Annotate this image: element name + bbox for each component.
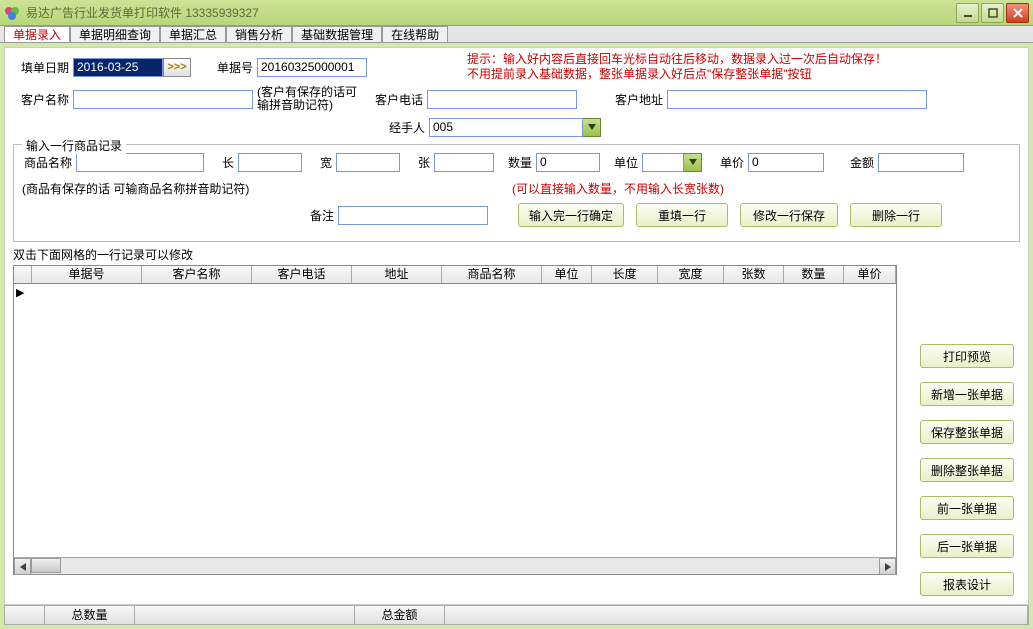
grid-col-order-no[interactable]: 单据号 [32,266,142,283]
unit-input[interactable] [642,153,684,172]
next-order-button[interactable]: 后一张单据 [920,534,1014,558]
print-preview-button[interactable]: 打印预览 [920,344,1014,368]
data-grid[interactable]: 单据号 客户名称 客户电话 地址 商品名称 单位 长度 宽度 张数 数量 单价 … [13,265,897,575]
fieldset-legend: 输入一行商品记录 [22,137,126,154]
scroll-left-button[interactable] [14,558,31,575]
grid-col-marker[interactable] [14,266,32,283]
unit-dropdown-button[interactable] [684,153,702,172]
tab-detail-query[interactable]: 单据明细查询 [70,26,160,42]
handler-dropdown-button[interactable] [583,118,601,137]
amount-label: 金额 [834,154,878,171]
main-content: 填单日期 >>> 单据号 提示：输入好内容后直接回车光标自动往后移动，数据录入过… [4,47,1029,605]
remark-input[interactable] [338,206,488,225]
product-name-input[interactable] [76,153,204,172]
app-icon [4,5,20,21]
date-picker-button[interactable]: >>> [163,58,191,77]
length-label: 长 [210,154,238,171]
tab-entry[interactable]: 单据录入 [4,26,70,42]
grid-col-product[interactable]: 商品名称 [442,266,542,283]
handler-input[interactable] [429,118,583,137]
grid-col-width[interactable]: 宽度 [658,266,724,283]
customer-name-label: 客户名称 [13,91,73,108]
tab-summary[interactable]: 单据汇总 [160,26,226,42]
tab-bar: 单据录入 单据明细查询 单据汇总 销售分析 基础数据管理 在线帮助 [0,26,1033,43]
customer-name-input[interactable] [73,90,253,109]
qty-hint: (可以直接输入数量，不用输入长宽张数) [512,180,724,197]
grid-header: 单据号 客户名称 客户电话 地址 商品名称 单位 长度 宽度 张数 数量 单价 [14,266,896,284]
grid-col-length[interactable]: 长度 [592,266,658,283]
customer-name-note: (客户有保存的话可输拼音助记符) [257,86,367,112]
date-input[interactable] [73,58,163,77]
grid-col-unit[interactable]: 单位 [542,266,592,283]
delete-row-button[interactable]: 删除一行 [850,203,942,227]
product-entry-fieldset: 输入一行商品记录 商品名称 长 宽 张 数量 单位 单价 金额 (商品有保存的话 [13,144,1020,242]
qty-input[interactable] [536,153,600,172]
delete-order-button[interactable]: 删除整张单据 [920,458,1014,482]
titlebar: 易达广告行业发货单打印软件 13335939327 [0,0,1033,26]
unit-label: 单位 [606,154,642,171]
hint-line-2: 不用提前录入基础数据，整张单据录入好后点"保存整张单据"按钮 [467,67,887,82]
customer-phone-input[interactable] [427,90,577,109]
order-no-label: 单据号 [201,59,257,76]
grid-col-price[interactable]: 单价 [844,266,896,283]
order-no-input[interactable] [257,58,367,77]
footer-spacer-1 [5,606,45,624]
close-button[interactable] [1006,3,1029,23]
grid-hint: 双击下面网格的一行记录可以修改 [13,246,1020,263]
customer-addr-label: 客户地址 [597,91,667,108]
qty-label: 数量 [500,154,536,171]
row-marker-icon: ▶ [16,286,24,299]
grid-body[interactable]: ▶ [14,284,896,556]
customer-addr-input[interactable] [667,90,927,109]
width-label: 宽 [308,154,336,171]
save-order-button[interactable]: 保存整张单据 [920,420,1014,444]
tab-help[interactable]: 在线帮助 [382,26,448,42]
sheets-input[interactable] [434,153,494,172]
footer-total-qty-label: 总数量 [45,606,135,624]
date-label: 填单日期 [13,59,73,76]
price-input[interactable] [748,153,824,172]
grid-col-phone[interactable]: 客户电话 [252,266,352,283]
width-input[interactable] [336,153,400,172]
handler-label: 经手人 [369,119,429,136]
footer-total-qty-value [135,606,355,624]
window-title: 易达广告行业发货单打印软件 13335939327 [26,4,956,21]
footer-total-amount-label: 总金额 [355,606,445,624]
prev-order-button[interactable]: 前一张单据 [920,496,1014,520]
handler-combo[interactable] [429,118,601,137]
minimize-button[interactable] [956,3,979,23]
length-input[interactable] [238,153,302,172]
price-label: 单价 [708,154,748,171]
hint-line-1: 提示：输入好内容后直接回车光标自动往后移动，数据录入过一次后自动保存！ [467,52,887,67]
status-bar: 总数量 总金额 [4,605,1029,625]
footer-total-amount-value [445,606,1028,624]
sheets-label: 张 [406,154,434,171]
modify-row-button[interactable]: 修改一行保存 [740,203,838,227]
tab-sales-analysis[interactable]: 销售分析 [226,26,292,42]
grid-col-address[interactable]: 地址 [352,266,442,283]
side-button-panel: 打印预览 新增一张单据 保存整张单据 删除整张单据 前一张单据 后一张单据 报表… [920,344,1014,596]
grid-col-qty[interactable]: 数量 [784,266,844,283]
scroll-track[interactable] [31,558,879,574]
unit-combo[interactable] [642,153,702,172]
grid-col-customer[interactable]: 客户名称 [142,266,252,283]
maximize-button[interactable] [981,3,1004,23]
confirm-row-button[interactable]: 输入完一行确定 [518,203,624,227]
remark-label: 备注 [304,207,338,224]
horizontal-scrollbar[interactable] [14,557,896,574]
product-name-note: (商品有保存的话 可输商品名称拼音助记符) [22,180,302,197]
grid-col-sheets[interactable]: 张数 [724,266,784,283]
new-order-button[interactable]: 新增一张单据 [920,382,1014,406]
report-design-button[interactable]: 报表设计 [920,572,1014,596]
refill-row-button[interactable]: 重填一行 [636,203,728,227]
amount-input[interactable] [878,153,964,172]
tab-base-data[interactable]: 基础数据管理 [292,26,382,42]
product-name-label: 商品名称 [22,154,76,171]
scroll-right-button[interactable] [879,558,896,575]
scroll-thumb[interactable] [31,558,61,573]
customer-phone-label: 客户电话 [367,91,427,108]
